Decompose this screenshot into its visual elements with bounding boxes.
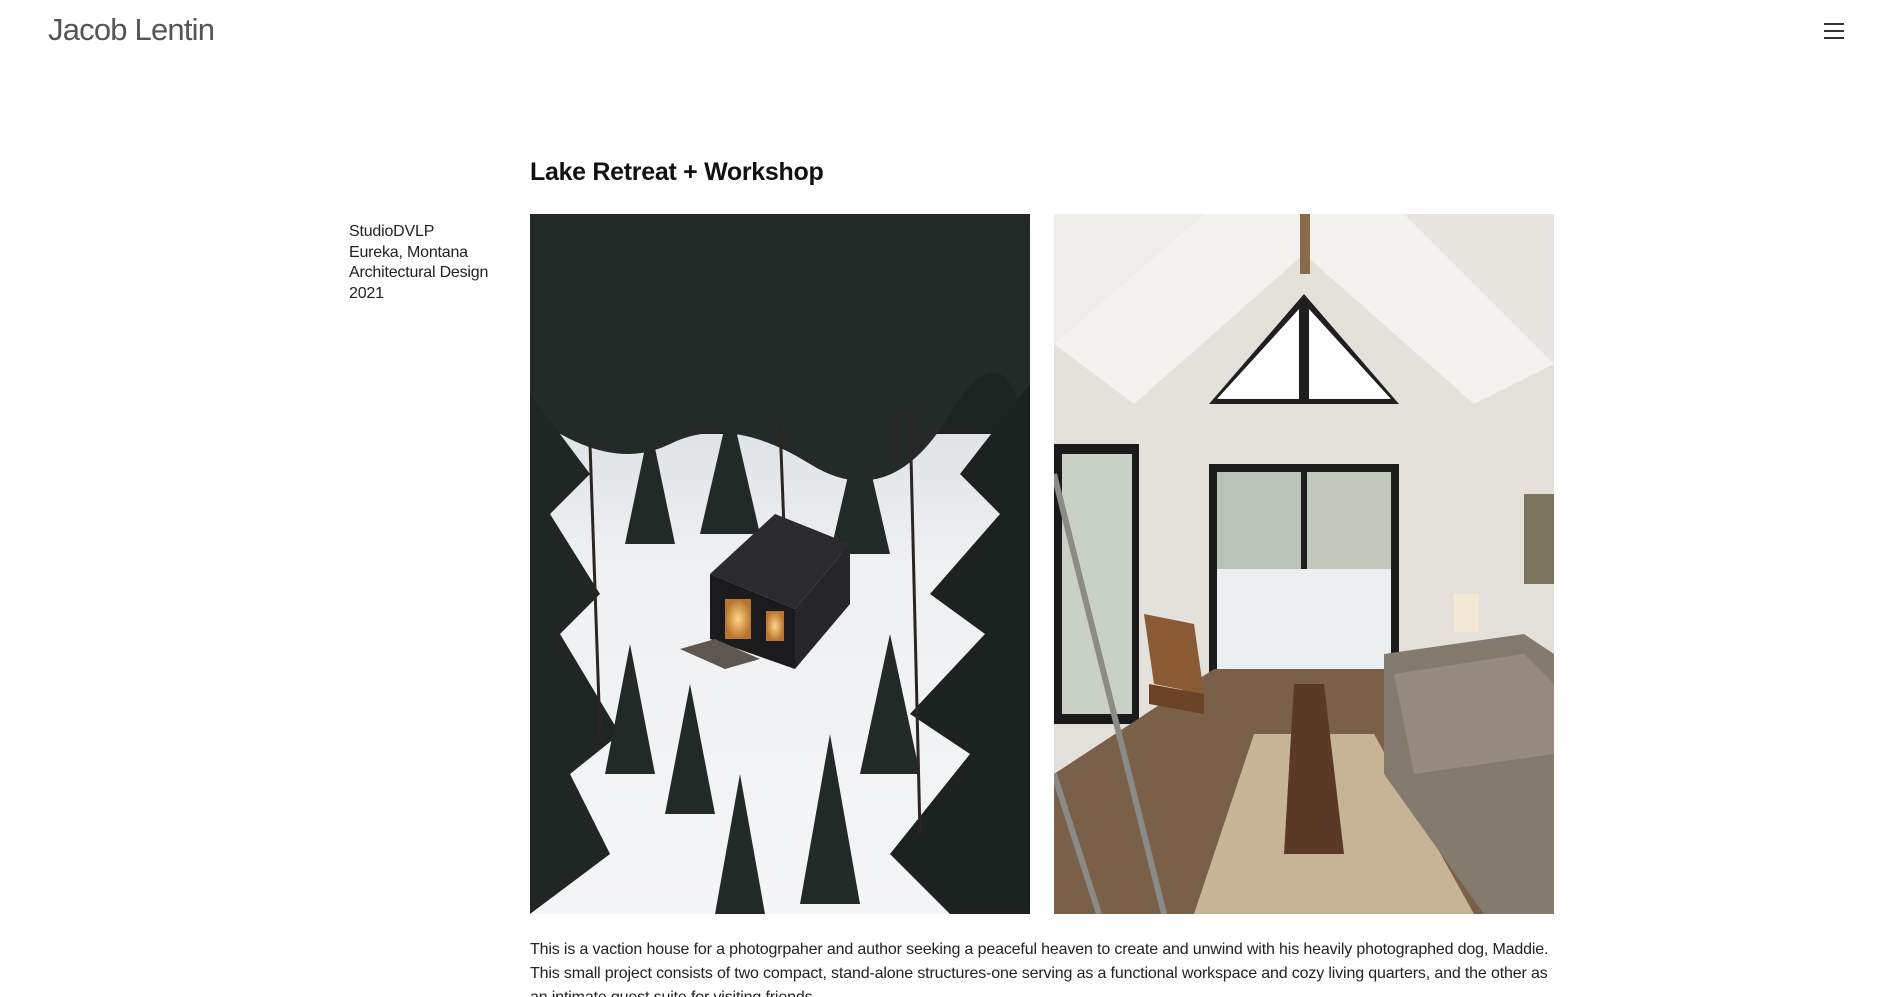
project-description: This is a vaction house for a photogrpah… (530, 941, 1549, 997)
interior-living-room-photo (1054, 214, 1554, 914)
project-title: Lake Retreat + Workshop (530, 158, 824, 186)
hamburger-menu-icon[interactable] (1820, 18, 1848, 44)
meta-category: Architectural Design (349, 264, 489, 281)
project-meta: StudioDVLP Eureka, Montana Architectural… (349, 222, 509, 304)
meta-location: Eureka, Montana (349, 243, 468, 261)
meta-year: 2021 (349, 284, 384, 302)
meta-studio: StudioDVLP (349, 223, 435, 240)
page: Jacob Lentin Lake Retreat + Workshop Stu… (0, 0, 1899, 997)
site-title-link[interactable]: Jacob Lentin (48, 12, 215, 48)
exterior-aerial-photo (530, 214, 1030, 914)
